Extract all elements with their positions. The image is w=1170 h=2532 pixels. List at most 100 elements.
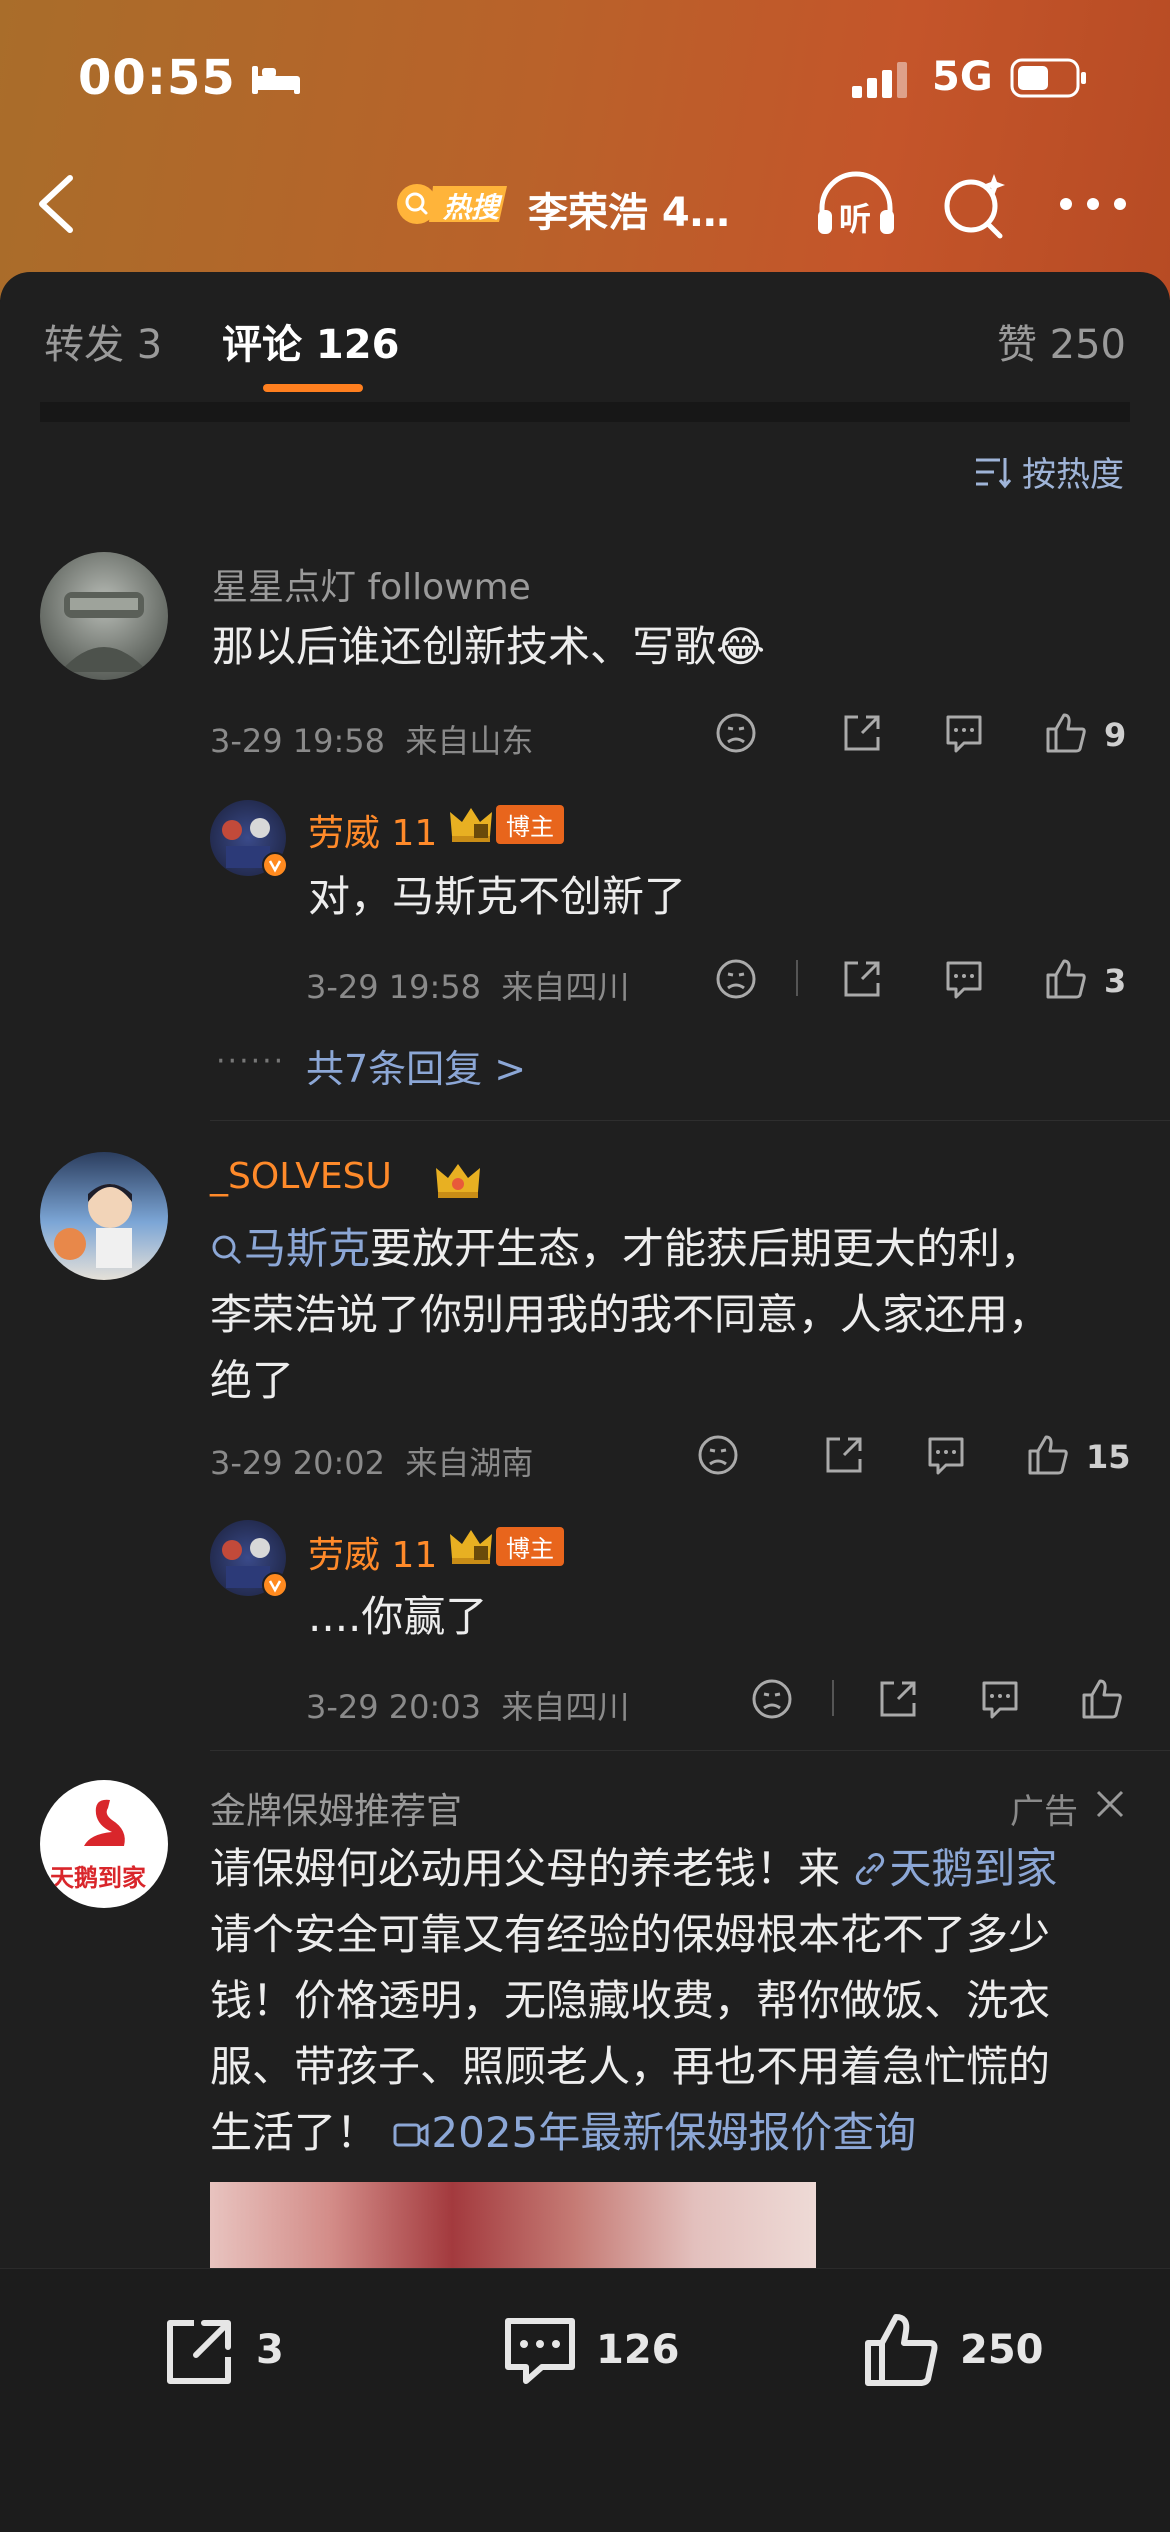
comment-count: 126 — [596, 2327, 680, 2373]
close-icon[interactable] — [1092, 1786, 1128, 1822]
like-icon[interactable] — [1044, 711, 1088, 755]
tab-repost[interactable]: 转发 3 — [44, 312, 162, 370]
search-icon[interactable] — [940, 170, 1010, 240]
reply-meta: 3-29 20:03 来自四川 — [306, 1682, 629, 1728]
crown-icon — [450, 1530, 492, 1564]
divider-band — [40, 402, 1130, 422]
comment-time: 3-29 19:58 — [210, 722, 386, 760]
sort-icon — [976, 457, 1012, 488]
comment-username[interactable]: 星星点灯 followme — [212, 558, 531, 610]
comment-meta: 3-29 20:02 来自湖南 — [210, 1438, 533, 1484]
battery-icon — [1010, 58, 1086, 98]
listen-button[interactable]: 听 — [812, 170, 900, 240]
avatar[interactable] — [40, 552, 168, 680]
ad-text-line1: 请保姆何必动用父母的养老钱！来 — [210, 1844, 841, 1893]
topic-label[interactable]: 马斯克 — [244, 1224, 370, 1273]
more-options-icon[interactable] — [1058, 192, 1128, 216]
reply-location: 来自四川 — [501, 968, 630, 1006]
hot-badge-label: 热搜 — [443, 191, 500, 224]
comment-icon[interactable] — [500, 2311, 580, 2391]
reply-location: 来自四川 — [501, 1688, 630, 1726]
sort-label: 按热度 — [1022, 455, 1124, 495]
like-icon[interactable] — [1080, 1677, 1124, 1721]
blogger-badge-label: 博主 — [496, 1526, 564, 1566]
comment-icon[interactable] — [942, 957, 986, 1001]
ad-image[interactable] — [210, 2182, 816, 2268]
comment-username[interactable]: _SOLVESU — [210, 1156, 392, 1197]
avatar[interactable] — [40, 1152, 168, 1280]
divider — [210, 1750, 1170, 1751]
share-icon[interactable] — [840, 711, 884, 755]
like-count: 15 — [1086, 1438, 1131, 1476]
divider — [210, 1120, 1170, 1121]
dislike-icon[interactable] — [696, 1433, 740, 1477]
comment-icon[interactable] — [978, 1677, 1022, 1721]
comment-text-line1: 要放开生态，才能获后期更大的利， — [370, 1224, 1043, 1273]
reply-meta: 3-29 19:58 来自四川 — [306, 962, 629, 1008]
laugh-cry-emoji: 😂 — [716, 622, 766, 671]
share-icon[interactable] — [822, 1433, 866, 1477]
share-icon[interactable] — [840, 957, 884, 1001]
more-replies-link[interactable]: 共7条回复 > — [306, 1038, 526, 1093]
divider — [832, 1680, 834, 1716]
comment-location: 来自湖南 — [405, 1444, 534, 1482]
verified-icon — [262, 852, 288, 878]
share-icon[interactable] — [876, 1677, 920, 1721]
reply-text: ....你赢了 — [308, 1592, 488, 1641]
reply-username[interactable]: 劳威 11 — [308, 1526, 437, 1578]
comment-icon[interactable] — [924, 1433, 968, 1477]
repost-count: 3 — [256, 2327, 284, 2373]
dislike-icon[interactable] — [714, 711, 758, 755]
ad-username[interactable]: 金牌保姆推荐官 — [210, 1782, 462, 1834]
comment-icon[interactable] — [942, 711, 986, 755]
hot-search-badge[interactable]: 热搜 — [395, 178, 513, 230]
topic-link[interactable]: 马斯克 — [210, 1224, 370, 1273]
nav-title[interactable]: 李荣浩 4… — [528, 180, 730, 238]
nav-bar: 热搜 李荣浩 4… 听 — [0, 160, 1170, 248]
verified-icon — [262, 1572, 288, 1598]
status-time: 00:55 — [78, 50, 236, 106]
like-icon[interactable] — [862, 2311, 942, 2391]
comment-meta: 3-29 19:58 来自山东 — [210, 716, 533, 762]
comment-text: 那以后谁还创新技术、写歌😂 — [212, 614, 765, 680]
ad-video-link[interactable]: 2025年最新保姆报价查询 — [391, 2108, 916, 2157]
divider — [796, 960, 798, 996]
tab-comments[interactable]: 评论 126 — [222, 312, 399, 370]
comment-text-body: 那以后谁还创新技术、写歌 — [212, 622, 717, 671]
ad-label: 广告 — [1010, 1792, 1078, 1832]
blogger-badge: 博主 — [448, 1526, 564, 1566]
ad-text-line3: 钱！价格透明，无隐藏收费，帮你做饭、洗衣 — [210, 1976, 1051, 2025]
blogger-badge: 博主 — [448, 804, 564, 844]
link-icon — [856, 1853, 885, 1885]
tab-likes[interactable]: 赞 250 — [997, 312, 1126, 370]
search-icon — [212, 1235, 242, 1265]
like-count: 250 — [960, 2327, 1044, 2373]
dots-separator: ······ — [216, 1044, 286, 1079]
tab-bar: 转发 3 评论 126 赞 250 — [0, 272, 1170, 402]
blogger-badge-label: 博主 — [496, 804, 564, 844]
like-count: 3 — [1104, 962, 1127, 1000]
ad-logo-text: 天鹅到家 — [50, 1864, 146, 1892]
reply-username[interactable]: 劳威 11 — [308, 804, 437, 856]
sort-button[interactable]: 按热度 — [972, 447, 1124, 496]
comment-time: 3-29 20:02 — [210, 1444, 386, 1482]
like-icon[interactable] — [1044, 957, 1088, 1001]
like-count: 9 — [1104, 716, 1127, 754]
ad-logo[interactable]: 天鹅到家 — [40, 1780, 168, 1908]
comment-text: 马斯克要放开生态，才能获后期更大的利， 李荣浩说了你别用我的我不同意，人家还用， 绝… — [210, 1216, 1050, 1414]
back-arrow-icon[interactable] — [32, 172, 82, 236]
crown-icon — [436, 1164, 480, 1198]
dislike-icon[interactable] — [750, 1677, 794, 1721]
reply-text: 对，马斯克不创新了 — [308, 872, 687, 921]
like-icon[interactable] — [1026, 1433, 1070, 1477]
bottom-action-bar: 3 126 250 — [0, 2268, 1170, 2532]
dislike-icon[interactable] — [714, 957, 758, 1001]
repost-icon[interactable] — [160, 2311, 240, 2391]
ad-video-link-label[interactable]: 2025年最新保姆报价查询 — [431, 2108, 916, 2157]
comment-text-line2: 李荣浩说了你别用我的我不同意，人家还用， — [210, 1290, 1051, 1339]
ad-link[interactable]: 天鹅到家 — [853, 1844, 1057, 1893]
comment-location: 来自山东 — [405, 722, 534, 760]
status-bar: 00:55 5G — [0, 40, 1170, 120]
video-icon — [393, 2123, 429, 2147]
ad-link-label[interactable]: 天鹅到家 — [889, 1844, 1057, 1893]
